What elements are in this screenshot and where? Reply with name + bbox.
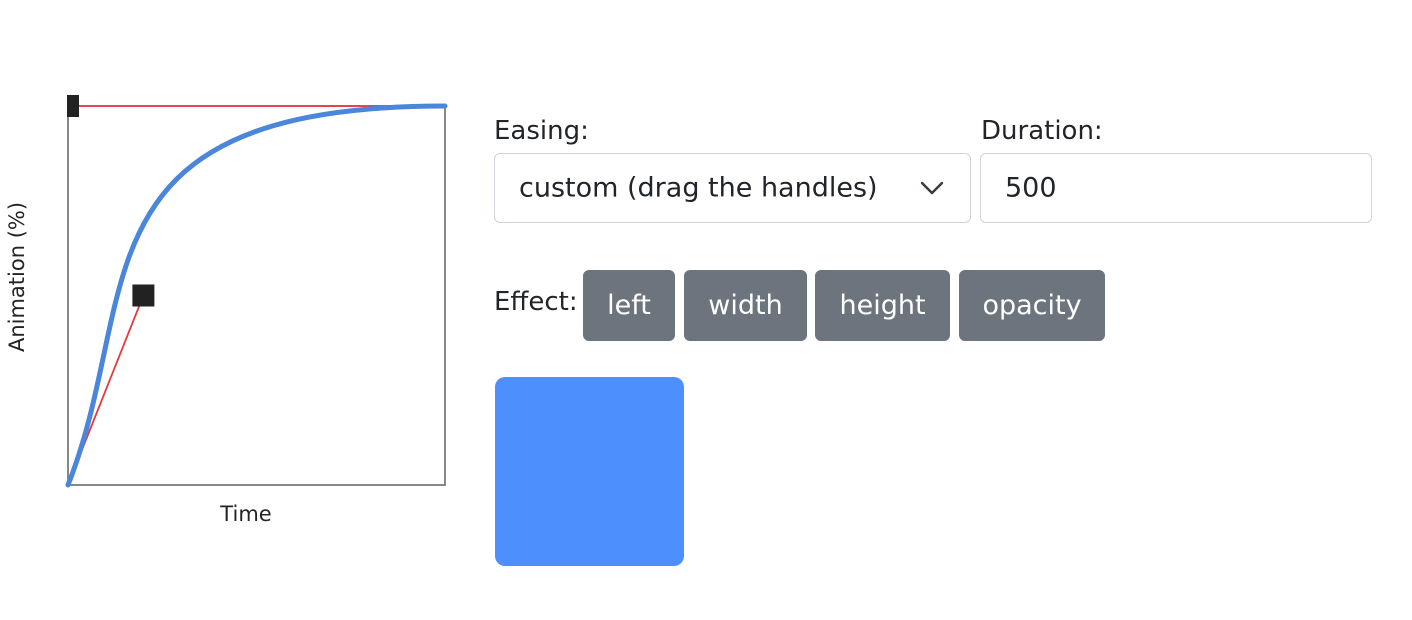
control-handle-1[interactable] xyxy=(132,284,155,307)
x-axis-label: Time xyxy=(220,502,272,526)
duration-label: Duration: xyxy=(981,116,1103,146)
effect-button-height[interactable]: height xyxy=(815,270,950,341)
curve-editor xyxy=(30,90,460,540)
y-axis-label: Animation (%) xyxy=(5,201,29,353)
effect-button-left[interactable]: left xyxy=(583,270,675,341)
duration-input[interactable]: 500 xyxy=(980,153,1372,223)
duration-value: 500 xyxy=(1005,172,1057,204)
effect-button-width[interactable]: width xyxy=(684,270,807,341)
curve-editor-canvas xyxy=(65,95,448,488)
easing-select-value: custom (drag the handles) xyxy=(519,172,878,204)
chevron-down-icon xyxy=(920,181,944,195)
animated-preview-box xyxy=(495,377,684,566)
easing-select[interactable]: custom (drag the handles) xyxy=(494,153,971,223)
effect-label: Effect: xyxy=(494,287,578,317)
control-handle-2[interactable] xyxy=(67,95,79,117)
plot-frame xyxy=(67,105,446,486)
effect-button-opacity[interactable]: opacity xyxy=(959,270,1105,341)
easing-demo: Animation (%) Time Easing: custom (drag … xyxy=(0,0,1412,620)
easing-label: Easing: xyxy=(494,116,589,146)
